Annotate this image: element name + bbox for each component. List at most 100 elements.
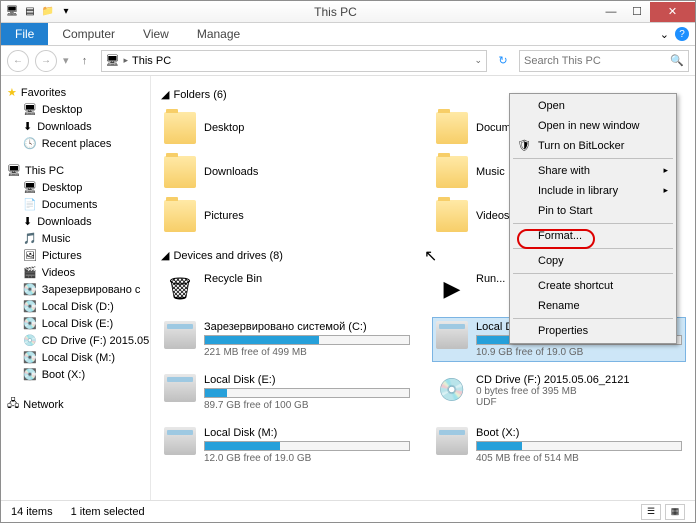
drive-name: Boot (X:) <box>476 427 682 439</box>
drive-icon: 💽 <box>23 317 37 330</box>
tab-manage[interactable]: Manage <box>183 23 254 45</box>
refresh-button[interactable]: ↻ <box>493 51 513 71</box>
recycle-icon: 🗑 <box>164 273 196 305</box>
folder-item[interactable]: Desktop <box>161 109 413 147</box>
menu-label: Open in new window <box>538 120 640 132</box>
minimize-button[interactable]: — <box>598 2 624 22</box>
status-bar: 14 items 1 item selected ☰ ▦ <box>1 500 695 522</box>
drive-icon: 💽 <box>23 300 37 313</box>
sidebar-thispc-header[interactable]: 🖥This PC <box>1 162 150 179</box>
menu-item[interactable]: Format... <box>512 226 674 246</box>
qat-dropdown-icon[interactable]: ▾ <box>59 5 73 19</box>
menu-item[interactable]: Share with <box>512 161 674 181</box>
folder-icon <box>436 112 468 144</box>
file-tab[interactable]: File <box>1 23 48 45</box>
capacity-bar <box>476 441 682 451</box>
menu-label: Copy <box>538 255 564 267</box>
downloads-icon: ⬇ <box>23 120 32 133</box>
sidebar-item[interactable]: 💽Local Disk (E:) <box>1 315 150 332</box>
sidebar-item-desktop[interactable]: 🖥Desktop <box>1 101 150 118</box>
address-dropdown-icon[interactable]: ⌄ <box>474 55 482 66</box>
tab-computer[interactable]: Computer <box>48 23 129 45</box>
sidebar-item[interactable]: 💽Зарезервировано с <box>1 281 150 298</box>
folder-icon <box>436 156 468 188</box>
menu-separator <box>513 273 673 274</box>
sidebar-item[interactable]: 📄Documents <box>1 196 150 213</box>
menu-separator <box>513 223 673 224</box>
drive-icon: 🖥 <box>23 181 37 194</box>
menu-separator <box>513 248 673 249</box>
details-view-button[interactable]: ☰ <box>641 504 661 520</box>
help-icon[interactable]: ? <box>675 27 689 41</box>
collapse-icon: ◢ <box>161 249 169 262</box>
drive-item[interactable]: Local Disk (E:)89.7 GB free of 100 GB <box>161 371 413 414</box>
menu-item[interactable]: Open <box>512 96 674 116</box>
menu-item[interactable]: Pin to Start <box>512 201 674 221</box>
menu-item[interactable]: Rename <box>512 296 674 316</box>
drive-free: 221 MB free of 499 MB <box>204 347 410 358</box>
sidebar-network-header[interactable]: 🖧Network <box>1 393 150 416</box>
menu-item[interactable]: Include in library <box>512 181 674 201</box>
up-button[interactable]: ↑ <box>75 51 95 71</box>
sidebar-item[interactable]: 🖼Pictures <box>1 247 150 264</box>
folder-item[interactable]: Downloads <box>161 153 413 191</box>
sidebar-item[interactable]: 💽Local Disk (D:) <box>1 298 150 315</box>
sidebar-item[interactable]: ⬇Downloads <box>1 213 150 230</box>
menu-item[interactable]: 🛡 Turn on BitLocker <box>512 136 674 156</box>
tiles-view-button[interactable]: ▦ <box>665 504 685 520</box>
back-button[interactable]: ← <box>7 50 29 72</box>
menu-item[interactable]: Properties <box>512 321 674 341</box>
drive-item[interactable]: Зарезервировано системой (C:) 221 MB free… <box>161 318 413 361</box>
drive-icon: 🎬 <box>23 266 37 279</box>
drive-icon <box>436 427 468 455</box>
menu-item[interactable]: Open in new window <box>512 116 674 136</box>
menu-label: Turn on BitLocker <box>538 140 624 152</box>
drive-name: Зарезервировано системой (C:) <box>204 321 410 333</box>
qat-properties-icon[interactable]: ▤ <box>23 5 37 19</box>
drive-item[interactable]: Boot (X:)405 MB free of 514 MB <box>433 424 685 467</box>
sidebar: ★Favorites 🖥Desktop ⬇Downloads 🕓Recent p… <box>1 76 151 500</box>
folder-item[interactable]: Pictures <box>161 197 413 235</box>
search-input[interactable] <box>524 55 670 67</box>
sidebar-item-recent[interactable]: 🕓Recent places <box>1 135 150 152</box>
sidebar-item-downloads[interactable]: ⬇Downloads <box>1 118 150 135</box>
sidebar-item[interactable]: 🖥Desktop <box>1 179 150 196</box>
ribbon-expand-icon[interactable]: ⌄ <box>660 28 669 41</box>
cd-icon: 💿 <box>436 374 468 406</box>
sidebar-item[interactable]: 🎬Videos <box>1 264 150 281</box>
address-bar[interactable]: 🖥 ▸ This PC ⌄ <box>101 50 487 72</box>
drive-icon: 💿 <box>23 334 37 347</box>
close-button[interactable]: ✕ <box>650 2 695 22</box>
drive-item[interactable]: 💿CD Drive (F:) 2015.05.06_21210 bytes fr… <box>433 371 685 414</box>
nav-bar: ← → ▾ ↑ 🖥 ▸ This PC ⌄ ↻ 🔍 <box>1 46 695 76</box>
search-box[interactable]: 🔍 <box>519 50 689 72</box>
sidebar-item[interactable]: 💿CD Drive (F:) 2015.05 <box>1 332 150 349</box>
sidebar-item[interactable]: 💽Boot (X:) <box>1 366 150 383</box>
menu-label: Pin to Start <box>538 205 592 217</box>
drive-free: 0 bytes free of 395 MB <box>476 386 682 397</box>
drive-icon <box>164 427 196 455</box>
drive-icon: 📄 <box>23 198 37 211</box>
drive-name: Local Disk (E:) <box>204 374 410 386</box>
history-dropdown-icon[interactable]: ▾ <box>63 54 69 67</box>
tab-view[interactable]: View <box>129 23 183 45</box>
drive-item[interactable]: 🗑Recycle Bin <box>161 270 413 308</box>
qat-newfolder-icon[interactable]: 📁 <box>41 5 55 19</box>
folder-label: Downloads <box>204 166 258 178</box>
drive-icon <box>164 374 196 402</box>
sidebar-item[interactable]: 🎵Music <box>1 230 150 247</box>
menu-item[interactable]: Create shortcut <box>512 276 674 296</box>
menu-item[interactable]: Copy <box>512 251 674 271</box>
sidebar-favorites-header[interactable]: ★Favorites <box>1 84 150 101</box>
drive-item[interactable]: Local Disk (M:)12.0 GB free of 19.0 GB <box>161 424 413 467</box>
sidebar-item[interactable]: 💽Local Disk (M:) <box>1 349 150 366</box>
folder-icon <box>164 112 196 144</box>
drive-icon: 💽 <box>23 283 37 296</box>
drive-icon: 🖼 <box>23 249 37 262</box>
drive-icon: ⬇ <box>23 215 32 228</box>
forward-button[interactable]: → <box>35 50 57 72</box>
menu-icon: 🛡 <box>517 139 531 153</box>
drive-name: Local Disk (M:) <box>204 427 410 439</box>
maximize-button[interactable]: ☐ <box>624 2 650 22</box>
drive-icon: 💽 <box>23 351 37 364</box>
